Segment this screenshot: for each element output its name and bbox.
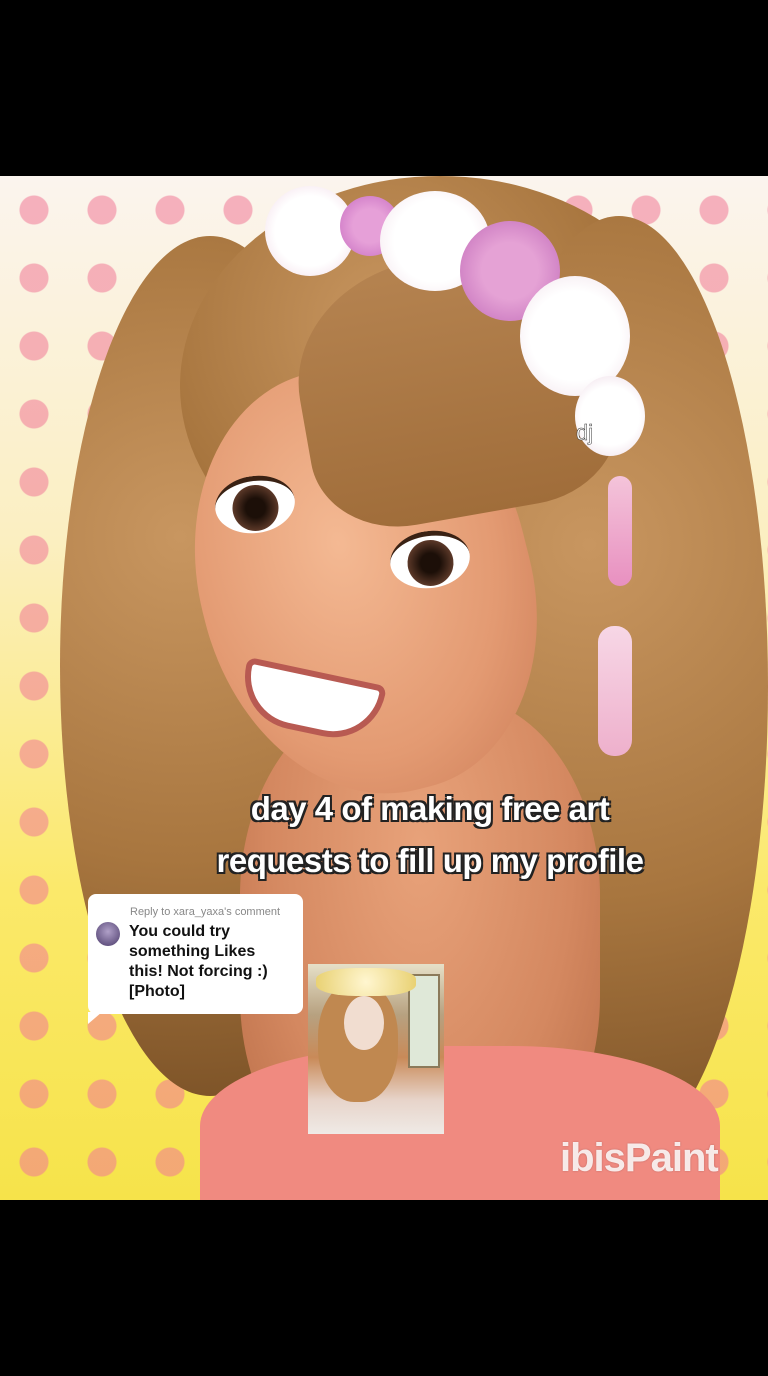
caption-line-1: day 4 of making free art xyxy=(250,790,610,827)
reply-header: Reply to xara_yaxa's comment xyxy=(130,906,281,918)
reply-text: You could try something Likes this! Not … xyxy=(129,923,268,1000)
caption-line-2: requests to fill up my profile xyxy=(216,842,644,879)
photo-face xyxy=(344,996,384,1050)
reply-comment-bubble[interactable]: Reply to xara_yaxa's comment You could t… xyxy=(88,894,303,1024)
flower-strand xyxy=(608,476,632,586)
reference-photo xyxy=(308,964,444,1134)
letterbox-bottom xyxy=(0,1200,768,1376)
letterbox-top xyxy=(0,0,768,176)
artist-signature: dj xyxy=(576,420,594,446)
ibispaint-watermark: ibisPaint xyxy=(560,1136,719,1180)
commenter-avatar xyxy=(96,922,120,946)
photo-flower-crown xyxy=(316,968,416,996)
flower-strand xyxy=(598,626,632,756)
